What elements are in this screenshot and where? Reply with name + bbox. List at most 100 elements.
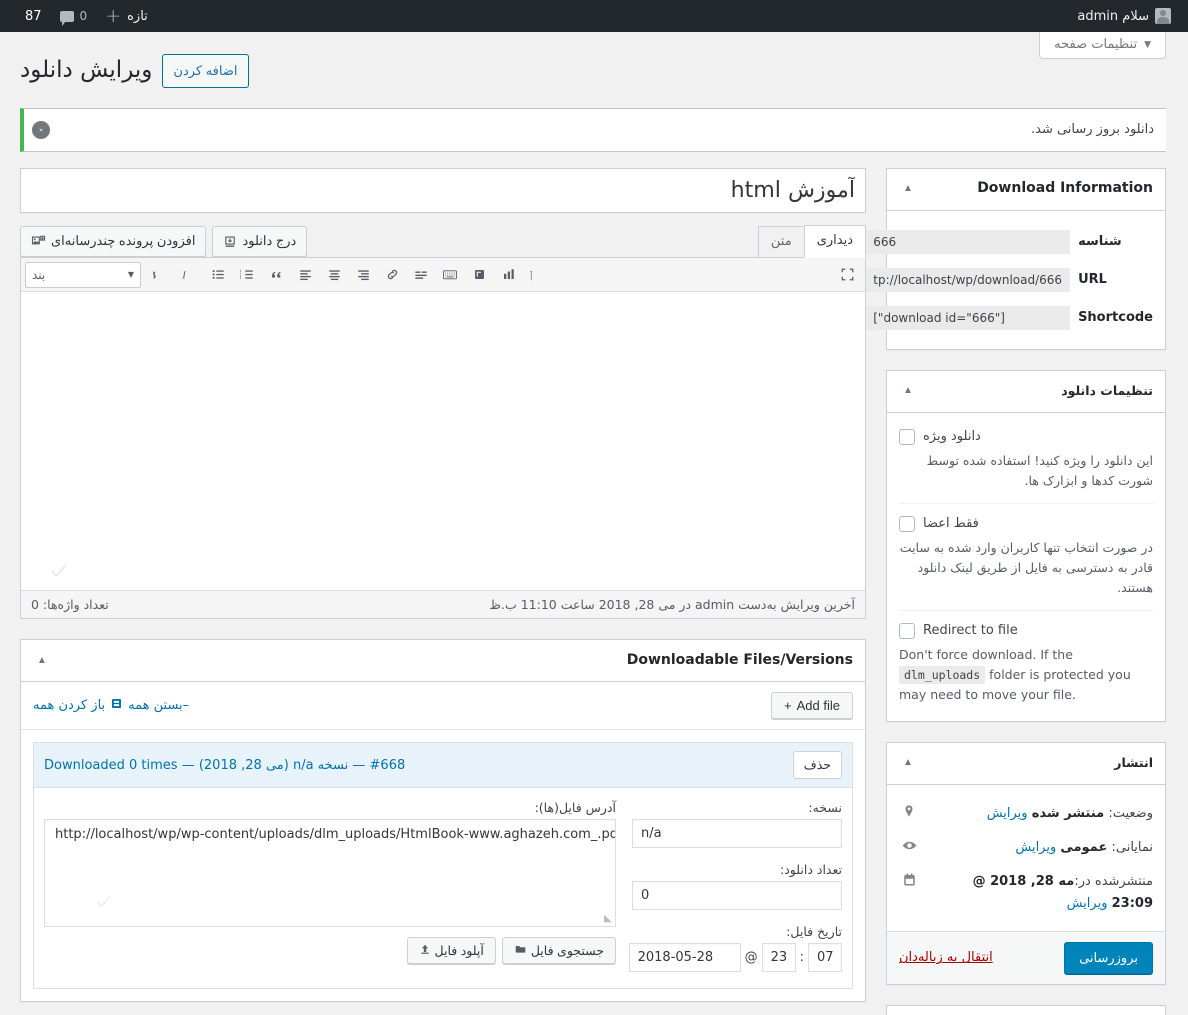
paragraph-mark-icon[interactable]: ¶ <box>523 262 551 288</box>
download-id-field[interactable]: 666 <box>865 229 1071 254</box>
move-to-trash-link[interactable]: انتقال به زباله‌دان <box>899 950 993 965</box>
add-new-download-button[interactable]: اضافه کردن <box>162 54 249 88</box>
publish-status-text: وضعیت: منتشر شده ویرایش <box>927 803 1153 825</box>
paragraph-style-select[interactable]: ▼ بند <box>25 261 141 288</box>
members-only-description: در صورت انتخاب تنها کاربران وارد شده به … <box>899 539 1153 595</box>
chevron-up-icon[interactable]: ▲ <box>899 180 917 198</box>
rtl-direction-icon[interactable] <box>465 262 493 288</box>
bold-icon[interactable]: B <box>146 262 174 288</box>
setting-members-only: فقط اعضا در صورت انتخاب تنها کاربران وار… <box>899 504 1153 611</box>
pin-icon <box>899 803 919 818</box>
comment-bubble-icon <box>59 10 74 26</box>
admin-bar-my-account[interactable]: سلام admin <box>1068 0 1180 32</box>
visibility-value: عمومی <box>1060 839 1108 855</box>
download-settings-body: دانلود ویژه این دانلود را ویژه کنید! است… <box>887 413 1165 721</box>
post-title-input[interactable] <box>21 168 865 212</box>
last-edited-text: آخرین ویرایش به‌دست admin در می 28, 2018… <box>489 597 855 612</box>
file-time-separator: : <box>799 950 804 965</box>
editor-container: ¶ <box>20 257 866 619</box>
site-count-label: 87 <box>25 8 42 24</box>
redirect-to-file-checkbox[interactable] <box>899 622 915 639</box>
admin-bar-site-name[interactable]: 87 <box>16 0 51 32</box>
download-id-label: شناسه <box>1078 234 1122 249</box>
edit-date-link[interactable]: ویرایش <box>1067 896 1108 911</box>
link-icon[interactable] <box>378 262 406 288</box>
main-column: درج دانلود افزودن پرونده چندرسانه‌ای دید… <box>20 167 866 1015</box>
editor-tools: درج دانلود افزودن پرونده چندرسانه‌ای دید… <box>20 213 866 258</box>
read-more-icon[interactable] <box>407 262 435 288</box>
download-shortcode-field[interactable]: ["download id="666"] <box>865 305 1071 330</box>
upload-file-button[interactable]: آپلود فایل <box>406 937 496 964</box>
downloadable-files-header: Downloadable Files/Versions ▲ <box>21 640 865 682</box>
redirect-desc-before: Don't force download. If the <box>899 646 1073 662</box>
add-file-button[interactable]: + Add file <box>771 692 853 719</box>
editor-mode-tabs: دیداری متن <box>757 224 866 258</box>
file-urls-textarea[interactable]: http://localhost/wp/wp-content/uploads/d… <box>44 819 616 927</box>
sidebar-column: Download Information ▲ شناسه 666 URL tp:… <box>865 167 1166 1015</box>
align-center-icon[interactable] <box>320 262 348 288</box>
version-input[interactable] <box>632 819 842 848</box>
numbered-list-icon[interactable]: 123 <box>233 262 261 288</box>
edit-status-link[interactable]: ویرایش <box>987 806 1028 821</box>
edit-visibility-link[interactable]: ویرایش <box>1015 840 1056 855</box>
table-row: شناسه 666 <box>865 223 1153 261</box>
screen-options-button[interactable]: ▼ تنظیمات صفحه <box>1039 32 1166 59</box>
align-left-icon[interactable] <box>291 262 319 288</box>
download-information-body: شناسه 666 URL tp://localhost/wp/download… <box>865 211 1165 349</box>
chevron-up-icon[interactable]: ▲ <box>899 754 917 772</box>
open-all-link[interactable]: باز کردن همه <box>33 698 105 713</box>
file-urls-label: آدرس فایل(ها): <box>534 800 616 815</box>
file-hour-input[interactable] <box>761 943 796 972</box>
plus-icon: + <box>784 698 792 713</box>
delete-file-button[interactable]: حذف <box>792 751 842 779</box>
file-minute-input[interactable] <box>808 943 842 972</box>
bulleted-list-icon[interactable] <box>204 262 232 288</box>
align-right-icon[interactable] <box>349 262 377 288</box>
chevron-up-icon[interactable]: ▲ <box>899 382 917 400</box>
date-prefix: منتشرشده در: <box>1074 873 1153 889</box>
resize-handle[interactable]: ◣ <box>602 913 614 925</box>
italic-icon[interactable]: I <box>175 262 203 288</box>
page-header: اضافه کردن ویرایش دانلود <box>20 32 1166 90</box>
insert-download-button[interactable]: درج دانلود <box>212 226 308 257</box>
toolbar-toggle-icon[interactable] <box>494 262 522 288</box>
user-avatar-icon <box>1155 8 1171 24</box>
status-prefix: وضعیت: <box>1108 805 1153 821</box>
fullscreen-icon[interactable] <box>833 262 861 288</box>
download-url-field[interactable]: tp://localhost/wp/download/666 <box>865 267 1071 292</box>
toolbar-left-group <box>833 262 861 288</box>
download-count-input[interactable] <box>632 881 842 910</box>
file-date-label: تاریخ فایل: <box>786 924 842 939</box>
featured-checkbox[interactable] <box>899 428 915 445</box>
file-date-input[interactable] <box>628 943 741 972</box>
tab-visual[interactable]: دیداری <box>803 224 866 258</box>
tab-text[interactable]: متن <box>757 225 805 257</box>
members-only-checkbox[interactable] <box>899 515 915 532</box>
editor-statusbar: آخرین ویرایش به‌دست admin در می 28, 2018… <box>21 590 865 618</box>
upload-icon <box>419 943 431 958</box>
admin-bar-comments[interactable]: 0 <box>51 0 97 32</box>
add-media-label: افزودن پرونده چندرسانه‌ای <box>51 233 196 249</box>
visibility-prefix: نمایانی: <box>1111 839 1153 855</box>
admin-bar-new-content[interactable]: تازه + <box>96 0 157 32</box>
editor-content-area[interactable]: ABC <box>21 292 865 590</box>
publish-date-row: منتشرشده در:مه 28, 2018 @ 23:09 ویرایش <box>899 865 1153 921</box>
close-all-label: بستن همه <box>128 698 183 713</box>
chevron-up-icon[interactable]: ▲ <box>33 652 51 670</box>
admin-bar: سلام admin تازه + 0 87 <box>0 0 1188 32</box>
folder-icon <box>514 943 527 958</box>
add-media-button[interactable]: افزودن پرونده چندرسانه‌ای <box>20 226 207 257</box>
dlm-uploads-code: dlm_uploads <box>899 665 986 684</box>
browse-file-button[interactable]: جستجوی فایل <box>501 937 616 964</box>
download-settings-panel: تنظیمات دانلود ▲ دانلود ویژه این دانلود … <box>886 369 1166 722</box>
featured-description: این دانلود را ویژه کنید! استفاده شده توس… <box>926 452 1153 488</box>
file-meta-column: نسخه: تعداد دانلود: تاریخ فایل: <box>628 800 842 972</box>
downloadable-file-head[interactable]: حذف #668 — نسخه n/a (می 28, 2018) — Down… <box>34 743 852 788</box>
blockquote-icon[interactable] <box>262 262 290 288</box>
screen-meta-links: ▼ تنظیمات صفحه <box>1039 32 1166 59</box>
download-settings-title: تنظیمات دانلود <box>1061 383 1153 399</box>
update-button[interactable]: بروزرسانی <box>1064 941 1153 975</box>
close-circle-icon[interactable] <box>32 120 50 139</box>
close-all-link[interactable]: –بستن همه <box>128 698 189 713</box>
keyboard-shortcuts-icon[interactable] <box>436 262 464 288</box>
